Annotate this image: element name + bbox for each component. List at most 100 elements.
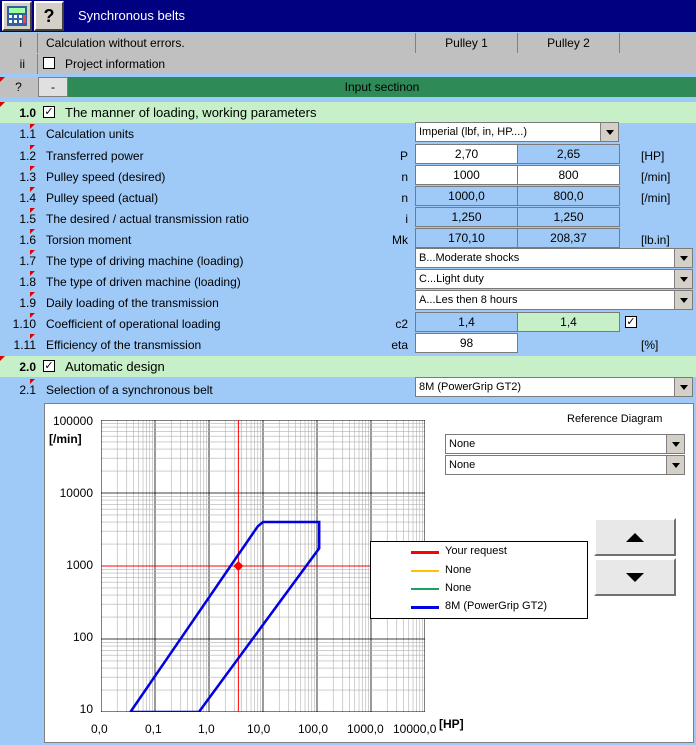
coefficient-checkbox[interactable]: ✓ <box>625 316 637 328</box>
row-id: 1.5 <box>19 212 36 226</box>
driving-machine-dropdown[interactable]: B...Moderate shocks <box>415 248 693 268</box>
legend-label: None <box>445 582 472 594</box>
row-id: 1.3 <box>19 170 36 184</box>
input-section-row: ? - Input sectinon <box>0 77 696 97</box>
move-up-button[interactable] <box>594 518 676 556</box>
graph-panel: 100000 10000 1000 100 10 [/min] 0,0 0,1 … <box>44 403 694 743</box>
y-tick-label: 10000 <box>59 486 93 500</box>
x-tick-label: 0,0 <box>91 722 108 736</box>
chevron-down-icon[interactable] <box>674 270 692 288</box>
row-label: Coefficient of operational loading <box>46 317 221 331</box>
pulley2-header: Pulley 2 <box>547 36 590 50</box>
ratio-actual: 1,250 <box>517 207 620 227</box>
legend-label: 8M (PowerGrip GT2) <box>445 600 548 612</box>
chevron-down-icon[interactable] <box>666 456 684 474</box>
move-down-button[interactable] <box>594 558 676 596</box>
driven-machine-dropdown[interactable]: C...Light duty <box>415 269 693 289</box>
power-value-2: 2,65 <box>517 144 620 164</box>
row-label: Pulley speed (desired) <box>46 170 166 184</box>
speed-input-1[interactable]: 1000 <box>415 165 518 185</box>
section-title: Automatic design <box>65 359 165 374</box>
section-1-band: 1.0 ✓ The manner of loading, working par… <box>0 102 696 123</box>
legend-label: Your request <box>445 545 507 557</box>
section2-checkbox[interactable]: ✓ <box>43 360 55 372</box>
pulley1-header: Pulley 1 <box>445 36 488 50</box>
speed-input-2[interactable]: 800 <box>517 165 620 185</box>
row-id: ii <box>19 57 25 71</box>
row-id: i <box>19 36 22 50</box>
x-tick-label: 10,0 <box>247 722 271 736</box>
y-tick-label: 100 <box>72 630 93 644</box>
row-id: 1.1 <box>19 127 36 141</box>
row-id: 1.11 <box>13 338 36 352</box>
legend-swatch-none-2 <box>411 588 439 590</box>
row-unit: [lb.in] <box>641 233 670 247</box>
reference-dropdown-2[interactable]: None <box>445 455 685 475</box>
project-checkbox[interactable] <box>43 57 55 69</box>
chevron-down-icon[interactable] <box>674 249 692 267</box>
torque-2: 208,37 <box>517 228 620 248</box>
x-tick-label: 1,0 <box>198 722 215 736</box>
section-2-band: 2.0 ✓ Automatic design <box>0 356 696 377</box>
units-dropdown[interactable]: Imperial (lbf, in, HP....) <box>415 122 619 142</box>
help-icon: ? <box>43 5 55 26</box>
status-text: Calculation without errors. <box>46 36 185 50</box>
coefficient-1: 1,4 <box>415 312 518 332</box>
row-id: 1.7 <box>19 254 36 268</box>
row-unit: [HP] <box>641 149 665 163</box>
y-tick-label: 10 <box>79 702 93 716</box>
efficiency-input[interactable]: 98 <box>415 333 518 353</box>
project-label: Project information <box>65 57 166 71</box>
chevron-down-icon[interactable] <box>674 291 692 309</box>
legend-label: None <box>445 564 472 576</box>
row-symbol: c2 <box>395 317 408 331</box>
row-label: Pulley speed (actual) <box>46 191 159 205</box>
row-id: 1.4 <box>19 191 36 205</box>
chevron-down-icon[interactable] <box>674 378 692 396</box>
row-id: 1.6 <box>19 233 36 247</box>
row-unit: [/min] <box>641 191 671 205</box>
row-label: Calculation units <box>46 127 135 141</box>
section1-checkbox[interactable]: ✓ <box>43 106 55 118</box>
input-help[interactable]: ? <box>0 80 37 94</box>
row-id: 1.10 <box>12 317 36 331</box>
triangle-down-icon <box>626 572 644 582</box>
section-title: The manner of loading, working parameter… <box>65 105 317 120</box>
calculator-icon[interactable] <box>2 1 32 31</box>
legend-swatch-request <box>411 551 439 554</box>
chevron-down-icon[interactable] <box>666 435 684 453</box>
x-tick-label: 100,0 <box>298 722 329 736</box>
chart-legend: Your request None None 8M (PowerGrip GT2… <box>370 541 588 619</box>
legend-swatch-none-1 <box>411 570 439 572</box>
row-label: The type of driving machine (loading) <box>46 254 244 268</box>
row-symbol: n <box>401 170 408 184</box>
input-section-title: Input sectinon <box>68 77 696 97</box>
x-tick-label: 0,1 <box>145 722 162 736</box>
power-input-1[interactable]: 2,70 <box>415 144 518 164</box>
x-tick-label: 1000,0 <box>347 722 384 736</box>
row-label: Daily loading of the transmission <box>46 296 219 310</box>
row-label: Transferred power <box>46 149 144 163</box>
row-id: 1.9 <box>19 296 36 310</box>
legend-swatch-belt <box>411 606 439 609</box>
row-symbol: Mk <box>392 233 408 247</box>
row-id: 1.8 <box>19 275 36 289</box>
section-id: 2.0 <box>19 360 36 374</box>
coefficient-2[interactable]: 1,4 <box>517 312 620 332</box>
row-id: 1.2 <box>19 149 36 163</box>
y-tick-label: 1000 <box>66 558 93 572</box>
collapse-button[interactable]: - <box>38 77 68 97</box>
row-symbol: n <box>401 191 408 205</box>
reference-dropdown-1[interactable]: None <box>445 434 685 454</box>
belt-selection-dropdown[interactable]: 8M (PowerGrip GT2) <box>415 377 693 397</box>
chevron-down-icon[interactable] <box>600 123 618 141</box>
row-symbol: i <box>405 212 408 226</box>
row-symbol: P <box>399 149 408 163</box>
row-unit: [%] <box>641 338 659 352</box>
reference-title: Reference Diagram <box>567 413 663 425</box>
daily-loading-dropdown[interactable]: A...Les then 8 hours <box>415 290 693 310</box>
triangle-up-icon <box>626 532 644 542</box>
help-button[interactable]: ? <box>34 1 64 31</box>
section-id: 1.0 <box>19 106 36 120</box>
actual-speed-2: 800,0 <box>517 186 620 206</box>
